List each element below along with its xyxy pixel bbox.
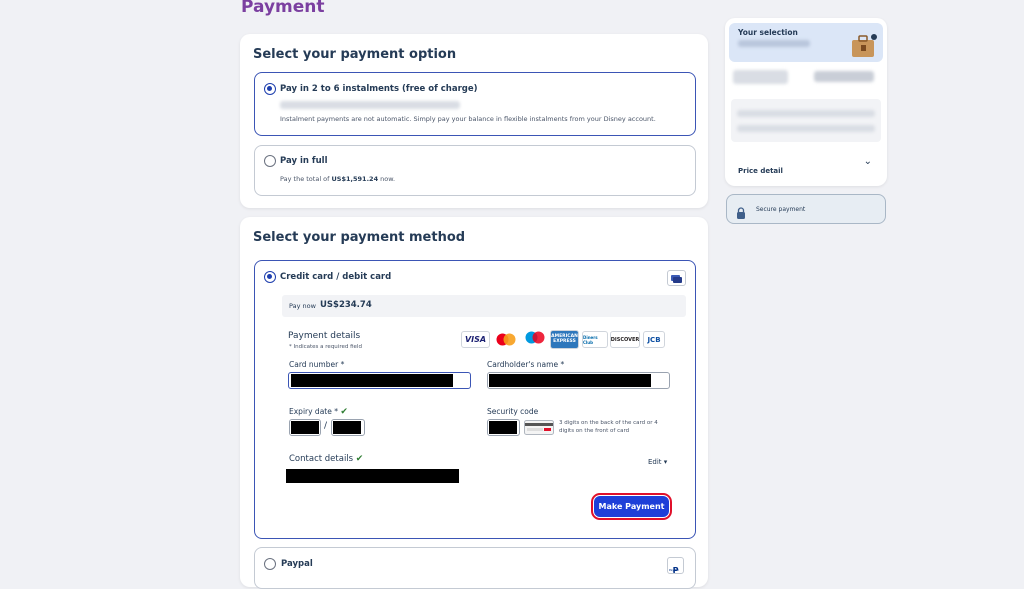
selection-blurred-info: [738, 40, 810, 47]
paypal-option[interactable]: [254, 547, 696, 589]
price-detail-label: Price detail: [738, 167, 783, 175]
pay-in-full-radio[interactable]: [264, 155, 276, 167]
expiry-separator: /: [324, 421, 328, 431]
luggage-icon: [849, 30, 879, 60]
visa-logo-icon: VISA: [461, 331, 490, 348]
pay-now-amount: US$234.74: [320, 300, 372, 310]
secure-payment-box: [726, 194, 886, 224]
maestro-logo-icon: [522, 329, 548, 349]
payment-method-heading: Select your payment method: [253, 230, 466, 245]
pay-now-label: Pay now: [289, 302, 316, 310]
instalments-note: Instalment payments are not automatic. S…: [280, 115, 656, 123]
pay-in-full-note: Pay the total of US$1,591.24 now.: [280, 175, 395, 183]
card-back-icon: [524, 420, 554, 435]
due-row-blurred: [737, 125, 875, 132]
discover-logo-icon: DISCOVER: [610, 331, 640, 348]
pay-in-full-label: Pay in full: [280, 156, 328, 166]
chevron-down-icon: ▾: [663, 458, 668, 466]
pay-in-full-amount: US$1,591.24: [331, 175, 379, 183]
lock-icon: [736, 204, 746, 219]
diners-logo-icon: Diners Club: [582, 331, 608, 348]
contact-details-text: Contact details: [289, 454, 354, 464]
security-code-redacted: [489, 421, 517, 434]
pay-in-full-note-prefix: Pay the total of: [280, 175, 330, 183]
instalments-blurred-info: [280, 101, 460, 109]
required-note: * Indicates a required field: [289, 344, 362, 350]
amex-logo-icon: AMERICAN EXPRESS: [550, 330, 579, 349]
contact-details-redacted: [286, 469, 459, 483]
security-code-label: Security code: [487, 407, 539, 416]
expiry-date-required-mark: *: [334, 407, 338, 416]
card-number-label: Card number *: [289, 360, 344, 369]
cards-icon: [667, 270, 686, 286]
expiry-date-text: Expiry date: [289, 407, 332, 416]
security-code-hint: 3 digits on the back of the card or 4 di…: [559, 420, 658, 435]
cardholder-name-text: Cardholder's name: [487, 360, 559, 369]
cardholder-name-redacted: [489, 374, 651, 387]
expiry-check-icon: ✔: [340, 407, 348, 417]
selection-title: Your selection: [738, 28, 798, 37]
payment-option-heading: Select your payment option: [253, 47, 457, 62]
pay-in-full-option[interactable]: [254, 145, 696, 196]
expiry-year-redacted: [333, 421, 361, 434]
paypal-label: Paypal: [281, 559, 313, 569]
mastercard-logo-icon: [493, 331, 519, 348]
jcb-logo-icon: JCB: [643, 331, 665, 348]
payment-details-title: Payment details: [288, 331, 361, 341]
make-payment-button[interactable]: Make Payment: [591, 493, 672, 520]
card-number-text: Card number: [289, 360, 339, 369]
instalments-radio[interactable]: [264, 83, 276, 95]
price-detail-toggle[interactable]: Price detail ⌄: [738, 156, 874, 175]
expiry-date-label: Expiry date * ✔: [289, 407, 348, 417]
total-amount-blurred: [733, 70, 788, 84]
summary-payments-panel: [731, 99, 881, 142]
paypal-logo-icon: P PayPal: [667, 557, 684, 575]
secure-payment-label: Secure payment: [756, 206, 806, 213]
contact-details-label: Contact details ✔: [289, 454, 363, 464]
paypal-radio[interactable]: [264, 558, 276, 570]
cardholder-name-label: Cardholder's name *: [487, 360, 564, 369]
edit-contact-link[interactable]: Edit ▾: [648, 458, 667, 466]
chevron-down-icon: ⌄: [863, 156, 872, 167]
card-number-required-mark: *: [340, 360, 345, 369]
pay-now-row-blurred: [737, 110, 875, 117]
credit-card-radio[interactable]: [264, 271, 276, 283]
expiry-month-redacted: [291, 421, 319, 434]
instalments-label: Pay in 2 to 6 instalments (free of charg…: [280, 84, 478, 94]
total-amount-value-blurred: [814, 71, 874, 82]
cardholder-name-required-mark: *: [560, 360, 565, 369]
contact-check-icon: ✔: [355, 454, 364, 464]
pay-in-full-note-suffix: now.: [380, 175, 396, 183]
paypal-logo-text: PayPal: [669, 568, 679, 572]
page-title: Payment: [241, 0, 325, 17]
edit-label: Edit: [648, 458, 662, 466]
credit-card-label: Credit card / debit card: [280, 272, 392, 282]
card-number-redacted: [291, 374, 453, 387]
